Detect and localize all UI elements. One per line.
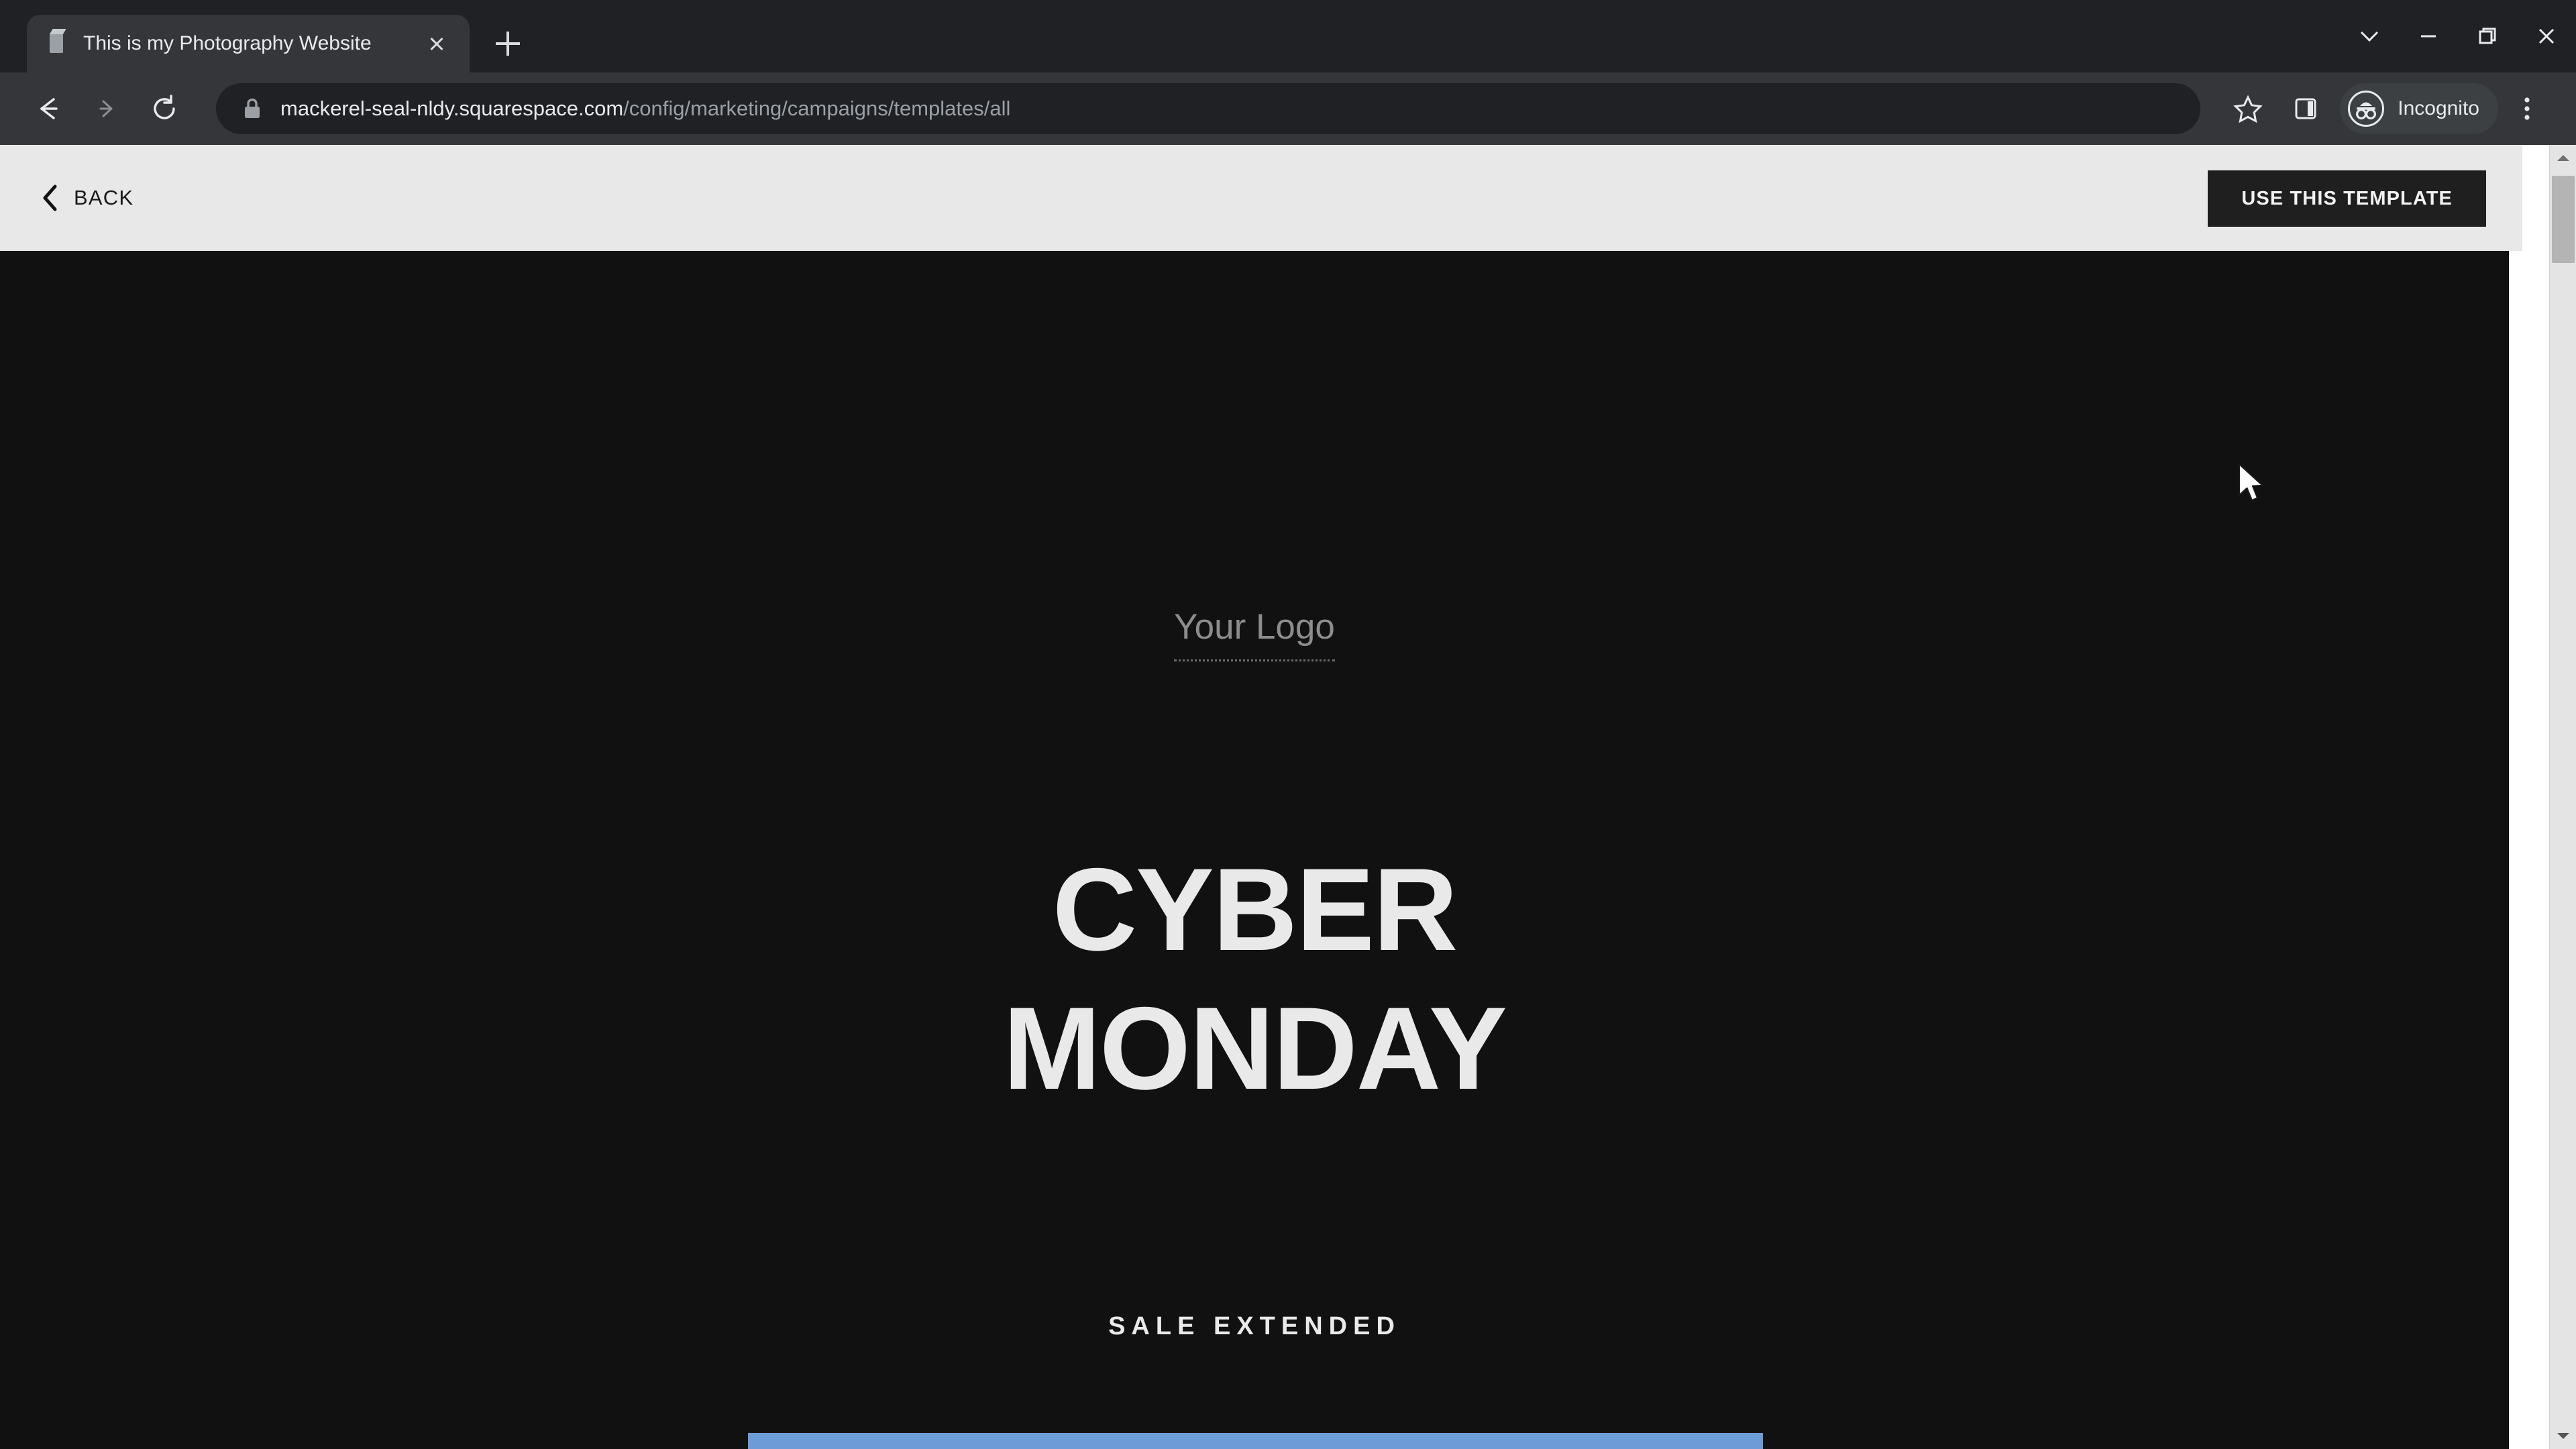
restore-icon[interactable]: [2458, 0, 2517, 72]
logo-placeholder[interactable]: Your Logo: [1174, 606, 1335, 661]
logo-placeholder-wrap: Your Logo: [0, 606, 2509, 661]
scroll-up-arrow-icon[interactable]: [2550, 145, 2576, 172]
minimize-icon[interactable]: [2399, 0, 2458, 72]
email-subheadline: SALE EXTENDED: [1108, 1312, 1401, 1340]
url-host: mackerel-seal-nldy.squarespace.com: [280, 97, 624, 120]
page-scrollbar-thumb[interactable]: [2552, 176, 2575, 263]
star-icon[interactable]: [2219, 80, 2277, 138]
hero-image: [748, 1433, 1763, 1449]
template-preview-header: BACK USE THIS TEMPLATE: [0, 145, 2522, 251]
cube-favicon: [44, 31, 70, 56]
reload-icon[interactable]: [136, 80, 193, 138]
back-button[interactable]: BACK: [32, 171, 143, 225]
tab-strip: This is my Photography Website: [0, 0, 2576, 72]
scroll-down-arrow-icon[interactable]: [2550, 1422, 2576, 1449]
sky-background: [748, 1433, 1763, 1449]
email-headline: CYBER MONDAY: [0, 841, 2509, 1118]
incognito-indicator[interactable]: Incognito: [2340, 83, 2498, 134]
plus-icon[interactable]: [484, 20, 531, 67]
forward-arrow-icon[interactable]: [78, 80, 136, 138]
toolbar-right-actions: Incognito: [2219, 80, 2556, 138]
incognito-icon: [2345, 88, 2387, 129]
side-panel-icon[interactable]: [2277, 80, 2334, 138]
page-viewport: BACK USE THIS TEMPLATE Cyber Monday - Bo…: [0, 145, 2576, 1449]
chevron-down-icon[interactable]: [2340, 0, 2399, 72]
back-arrow-icon[interactable]: [20, 80, 78, 138]
chevron-left-icon: [42, 184, 59, 212]
browser-window: This is my Photography Website mackerel-…: [0, 0, 2576, 1449]
back-button-label: BACK: [74, 186, 134, 209]
address-bar[interactable]: mackerel-seal-nldy.squarespace.com/confi…: [216, 83, 2201, 134]
close-icon[interactable]: [421, 28, 452, 59]
incognito-label: Incognito: [2398, 97, 2479, 119]
close-icon[interactable]: [2517, 0, 2576, 72]
tab-title: This is my Photography Website: [83, 32, 372, 54]
email-body: Your Logo CYBER MONDAY SALE EXTENDED: [0, 251, 2509, 1449]
email-template-preview[interactable]: Your Logo CYBER MONDAY SALE EXTENDED: [0, 251, 2509, 1449]
url-text: mackerel-seal-nldy.squarespace.com/confi…: [280, 97, 1010, 121]
page-scrollbar[interactable]: [2549, 145, 2576, 1449]
window-controls: [2340, 0, 2576, 72]
use-this-template-button[interactable]: USE THIS TEMPLATE: [2208, 170, 2486, 227]
lock-icon[interactable]: [239, 96, 266, 121]
three-dots-menu-icon[interactable]: [2498, 80, 2556, 138]
headline-line-1: CYBER: [1052, 845, 1458, 975]
browser-toolbar: mackerel-seal-nldy.squarespace.com/confi…: [0, 72, 2576, 145]
browser-tab[interactable]: This is my Photography Website: [27, 15, 470, 72]
url-path: /config/marketing/campaigns/templates/al…: [623, 97, 1011, 120]
headline-line-2: MONDAY: [1003, 983, 1507, 1114]
